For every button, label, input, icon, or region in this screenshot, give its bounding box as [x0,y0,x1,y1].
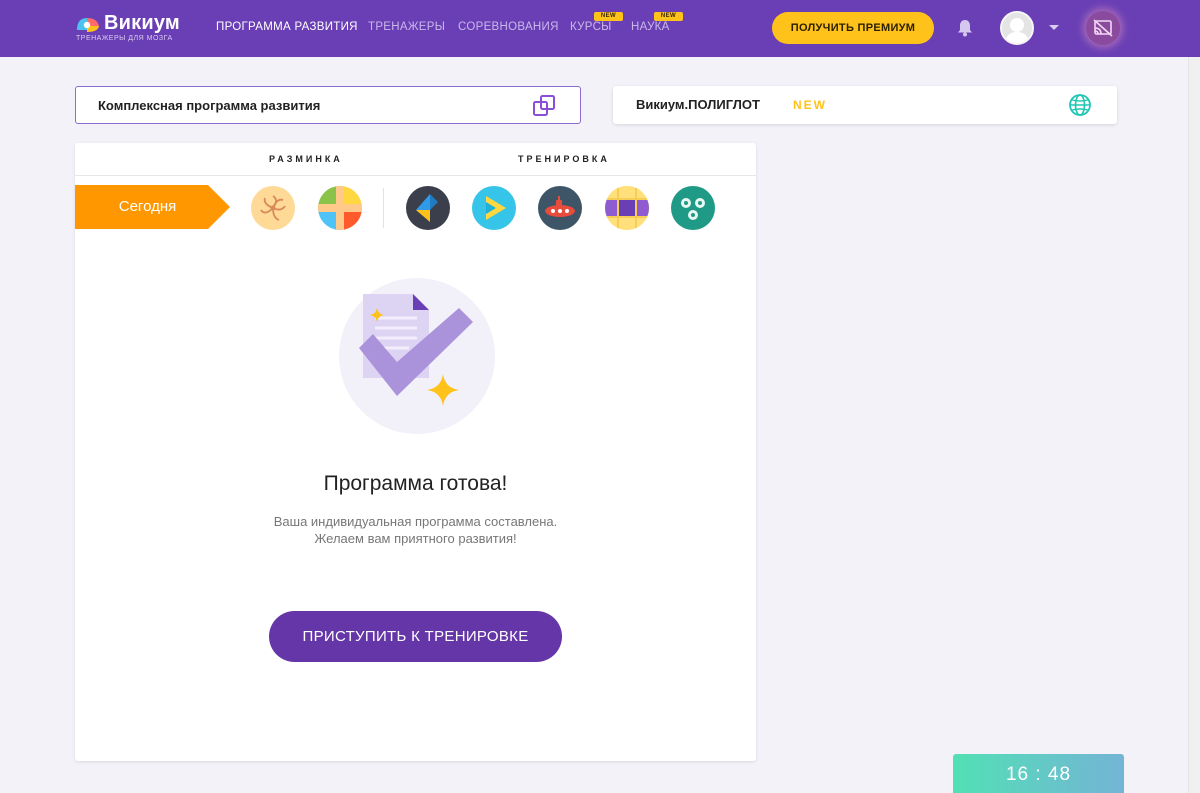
start-training-button[interactable]: ПРИСТУПИТЬ К ТРЕНИРОВКЕ [269,611,562,662]
daily-program-panel: РАЗМИНКА ТРЕНИРОВКА Сегодня Программа го… [75,143,756,761]
courses-new-badge: NEW [594,12,623,21]
switch-program-icon[interactable] [531,93,557,119]
warmup-section-label: РАЗМИНКА [269,154,343,164]
program-selector-label: Комплексная программа развития [98,98,321,113]
color-grid-glyph-icon [318,186,362,230]
nav-program[interactable]: ПРОГРАММА РАЗВИТИЯ [216,21,358,33]
submarine-glyph-icon [545,196,575,217]
chevron-down-icon[interactable] [1049,25,1059,30]
session-timer: 16 : 48 [953,754,1124,793]
science-new-badge: NEW [654,12,683,21]
play-glyph-icon [486,196,506,220]
spiral-game-icon[interactable] [251,186,295,230]
logo-name: Викиум [104,12,180,34]
logo[interactable]: Викиум ТРЕНАЖЕРЫ ДЛЯ МОЗГА [75,12,195,44]
avatar-silhouette-icon [1005,18,1029,43]
program-ready-subtitle: Ваша индивидуальная программа составлена… [75,513,756,547]
panel-divider [75,175,756,176]
logo-icon [77,18,99,32]
nav-competitions[interactable]: СОРЕВНОВАНИЯ [458,21,559,33]
play-game-icon[interactable] [472,186,516,230]
nav-science[interactable]: НАУКА [631,21,670,33]
tiles-glyph-icon [605,186,649,230]
program-selector-card[interactable]: Комплексная программа развития [75,86,581,124]
program-ready-subtitle-line-1: Ваша индивидуальная программа составлена… [273,514,558,529]
today-label: Сегодня [118,198,177,215]
spiral-glyph-icon [260,195,286,221]
polyglot-new-badge: NEW [793,98,827,112]
globe-icon[interactable] [1067,92,1093,118]
program-ready-illustration [339,278,495,434]
arrows-glyph-icon [416,194,438,222]
today-tag: Сегодня [75,185,230,229]
warmup-training-divider [383,188,384,228]
program-ready-subtitle-line-2: Желаем вам приятного развития! [314,531,517,546]
page-scrollbar[interactable] [1188,57,1200,793]
color-grid-game-icon[interactable] [318,186,362,230]
cast-icon[interactable] [1086,11,1120,45]
get-premium-button[interactable]: ПОЛУЧИТЬ ПРЕМИУМ [772,12,934,44]
logo-tagline: ТРЕНАЖЕРЫ ДЛЯ МОЗГА [76,35,173,42]
submarine-game-icon[interactable] [538,186,582,230]
polyglot-label: Викиум.ПОЛИГЛОТ [636,97,760,112]
tiles-game-icon[interactable] [605,186,649,230]
arrows-game-icon[interactable] [406,186,450,230]
nav-trainers[interactable]: ТРЕНАЖЕРЫ [368,21,445,33]
balls-glyph-icon [681,198,705,220]
user-avatar[interactable] [1000,11,1034,45]
training-section-label: ТРЕНИРОВКА [518,154,610,164]
top-navigation-bar: Викиум ТРЕНАЖЕРЫ ДЛЯ МОЗГА ПРОГРАММА РАЗ… [0,0,1200,57]
polyglot-card[interactable]: Викиум.ПОЛИГЛОТ NEW [613,86,1117,124]
bell-icon[interactable] [955,18,975,38]
program-ready-title: Программа готова! [323,472,508,495]
nav-courses[interactable]: КУРСЫ [570,21,612,33]
balls-game-icon[interactable] [671,186,715,230]
cast-glyph-icon [1093,19,1113,37]
